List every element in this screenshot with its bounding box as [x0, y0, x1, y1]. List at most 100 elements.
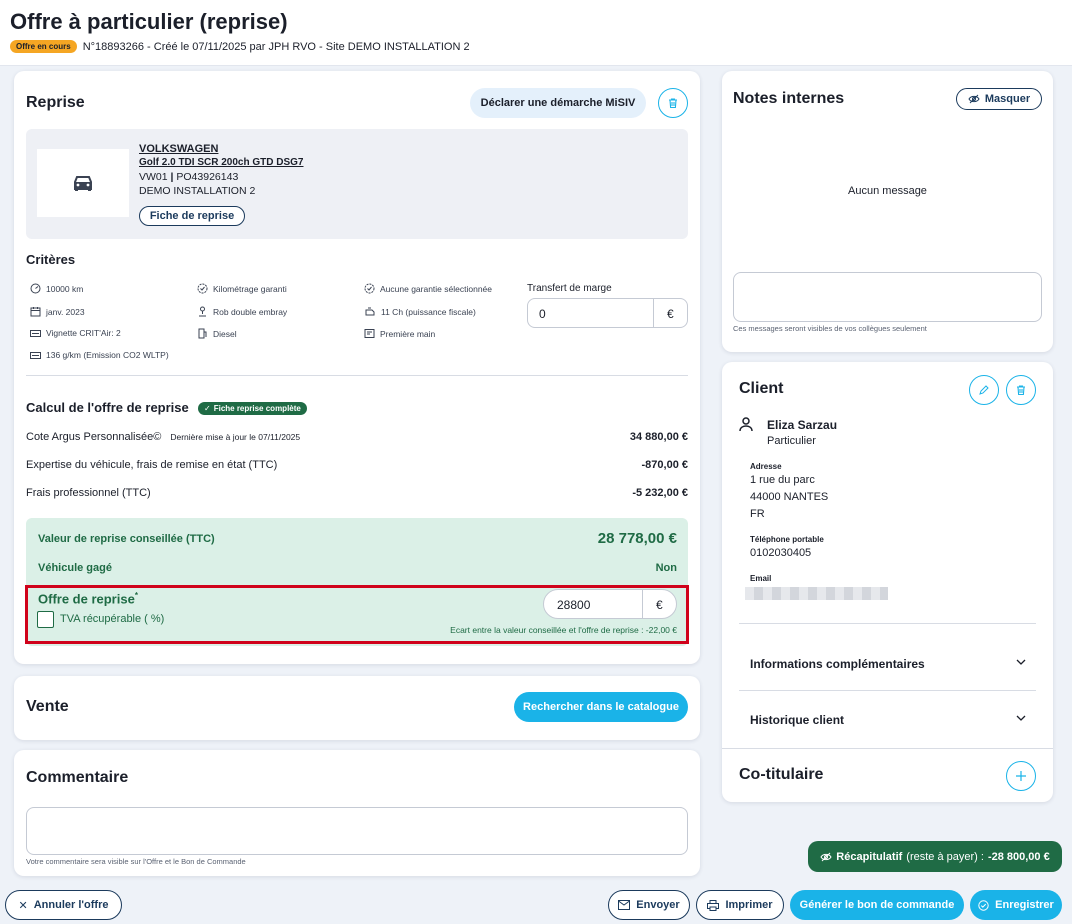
send-button[interactable]: Envoyer — [608, 890, 690, 920]
plus-icon — [1016, 771, 1026, 781]
address-line-3: FR — [750, 508, 765, 520]
criterion-first-registration: janv. 2023 — [30, 306, 85, 317]
page-title: Offre à particulier (reprise) — [10, 9, 288, 34]
trade-in-sheet-button[interactable]: Fiche de reprise — [139, 206, 245, 226]
vehicle-summary: VOLKSWAGEN Golf 2.0 TDI SCR 200ch GTD DS… — [26, 129, 688, 239]
criterion-owner: Première main — [364, 328, 435, 339]
add-cotitulaire-button[interactable] — [1006, 761, 1036, 791]
sheet-complete-badge: ✓ Fiche reprise complète — [198, 402, 307, 415]
badge-check-icon — [197, 283, 208, 294]
margin-transfer-unit: € — [667, 307, 674, 321]
section-more-info[interactable]: Informations complémentaires — [750, 657, 1026, 671]
comment-title: Commentaire — [26, 769, 129, 786]
hide-notes-button[interactable]: Masquer — [956, 88, 1042, 110]
trash-icon — [1017, 385, 1025, 396]
vehicle-thumbnail — [37, 149, 129, 217]
comment-hint: Votre commentaire sera visible sur l'Off… — [26, 857, 246, 866]
pencil-icon — [979, 385, 989, 395]
eye-off-icon — [820, 852, 832, 861]
client-title: Client — [739, 380, 784, 397]
cotitulaire-title: Co-titulaire — [739, 766, 824, 783]
delete-client-button[interactable] — [1006, 375, 1036, 405]
advised-value-label: Valeur de reprise conseillée (TTC) — [38, 533, 215, 545]
offer-gap-text: Ecart entre la valeur conseillée et l'of… — [450, 625, 677, 635]
phone-label: Téléphone portable — [750, 535, 824, 544]
advised-value-amount: 28 778,00 € — [597, 530, 677, 547]
notes-empty: Aucun message — [848, 185, 927, 197]
vehicle-refs: VW01 | PO43926143 — [139, 171, 239, 183]
criterion-fuel: Diesel — [197, 328, 237, 339]
client-divider-3 — [722, 748, 1053, 749]
offer-amount-value: 28800 — [557, 598, 591, 612]
summary-pill[interactable]: Récapitulatif (reste à payer) : -28 800,… — [808, 841, 1062, 872]
notes-input[interactable] — [733, 272, 1042, 322]
margin-transfer-value: 0 — [539, 307, 546, 321]
pro-fees-value: -5 232,00 € — [632, 487, 688, 499]
criterion-guaranteed-mileage: Kilométrage garanti — [197, 283, 287, 294]
search-catalog-button[interactable]: Rechercher dans le catalogue — [514, 692, 688, 722]
offer-label: Offre de reprise* — [38, 591, 138, 607]
vehicle-brand[interactable]: VOLKSWAGEN — [139, 142, 303, 156]
person-icon — [739, 417, 753, 432]
offer-meta: N°18893266 - Créé le 07/11/2025 par JPH … — [82, 40, 470, 53]
calendar-icon — [30, 307, 41, 317]
comment-textarea[interactable] — [26, 807, 688, 855]
page-subtitle: Offre en cours N°18893266 - Créé le 07/1… — [10, 40, 470, 53]
pledged-label: Véhicule gagé — [38, 562, 112, 574]
notes-hint: Ces messages seront visibles de vos coll… — [733, 324, 927, 333]
criterion-mileage: 10000 km — [30, 283, 83, 294]
email-label: Email — [750, 574, 772, 583]
pro-fees-label: Frais professionnel (TTC) — [26, 487, 151, 499]
printer-icon — [707, 899, 720, 911]
mail-icon — [618, 900, 631, 910]
margin-transfer-label: Transfert de marge — [527, 283, 612, 294]
engine-icon — [365, 307, 375, 316]
status-badge: Offre en cours — [10, 40, 77, 53]
print-button[interactable]: Imprimer — [696, 890, 784, 920]
gauge-icon — [30, 283, 41, 294]
edit-client-button[interactable] — [969, 375, 999, 405]
vat-label: TVA récupérable ( %) — [60, 613, 165, 625]
client-type: Particulier — [767, 435, 816, 447]
criterion-fiscal-power: 11 Ch (puissance fiscale) — [364, 306, 476, 317]
offer-amount-field[interactable]: 28800 € — [543, 589, 677, 619]
expertise-value: -870,00 € — [641, 459, 688, 471]
badge-check-icon — [364, 283, 375, 294]
vehicle-site: DEMO INSTALLATION 2 — [139, 185, 256, 197]
argus-value: 34 880,00 € — [629, 431, 688, 443]
check-icon: ✓ — [204, 404, 211, 413]
notes-title: Notes internes — [733, 90, 845, 107]
reprise-title: Reprise — [26, 94, 85, 111]
expertise-label: Expertise du véhicule, frais de remise e… — [26, 459, 278, 471]
criteria-title: Critères — [26, 252, 76, 267]
vente-title: Vente — [26, 698, 69, 715]
gearshift-icon — [199, 306, 206, 317]
criterion-warranty: Aucune garantie sélectionnée — [364, 283, 492, 294]
generate-order-button[interactable]: Générer le bon de commande — [790, 890, 964, 920]
client-divider-1 — [739, 623, 1036, 624]
co2-icon — [30, 351, 41, 359]
cancel-offer-button[interactable]: ✕ Annuler l'offre — [5, 890, 122, 920]
page-header: Offre à particulier (reprise) Offre en c… — [0, 0, 1072, 66]
criterion-critair: Vignette CRIT'Air: 2 — [30, 328, 121, 338]
section-client-history[interactable]: Historique client — [750, 713, 1026, 727]
margin-transfer-field[interactable]: 0 € — [527, 298, 688, 328]
criterion-gearbox: Rob double embray — [197, 306, 287, 317]
vat-checkbox[interactable] — [37, 611, 54, 628]
client-divider-2 — [739, 690, 1036, 691]
fuel-icon — [198, 328, 207, 339]
chevron-down-icon — [1016, 715, 1026, 721]
argus-label: Cote Argus Personnalisée© Dernière mise … — [26, 431, 301, 443]
address-label: Adresse — [750, 462, 782, 471]
document-icon — [364, 329, 375, 338]
criterion-co2: 136 g/km (Emission CO2 WLTP) — [30, 350, 169, 360]
save-button[interactable]: Enregistrer — [970, 890, 1062, 920]
address-line-1: 1 rue du parc — [750, 474, 815, 486]
chevron-down-icon — [1016, 659, 1026, 665]
offer-amount-unit: € — [656, 598, 663, 612]
vehicle-model[interactable]: Golf 2.0 TDI SCR 200ch GTD DSG7 — [139, 156, 303, 170]
delete-reprise-button[interactable] — [658, 88, 688, 118]
sticker-icon — [30, 329, 41, 337]
vehicle-details: VOLKSWAGEN Golf 2.0 TDI SCR 200ch GTD DS… — [139, 142, 303, 198]
misiv-button[interactable]: Déclarer une démarche MiSIV — [470, 88, 646, 118]
